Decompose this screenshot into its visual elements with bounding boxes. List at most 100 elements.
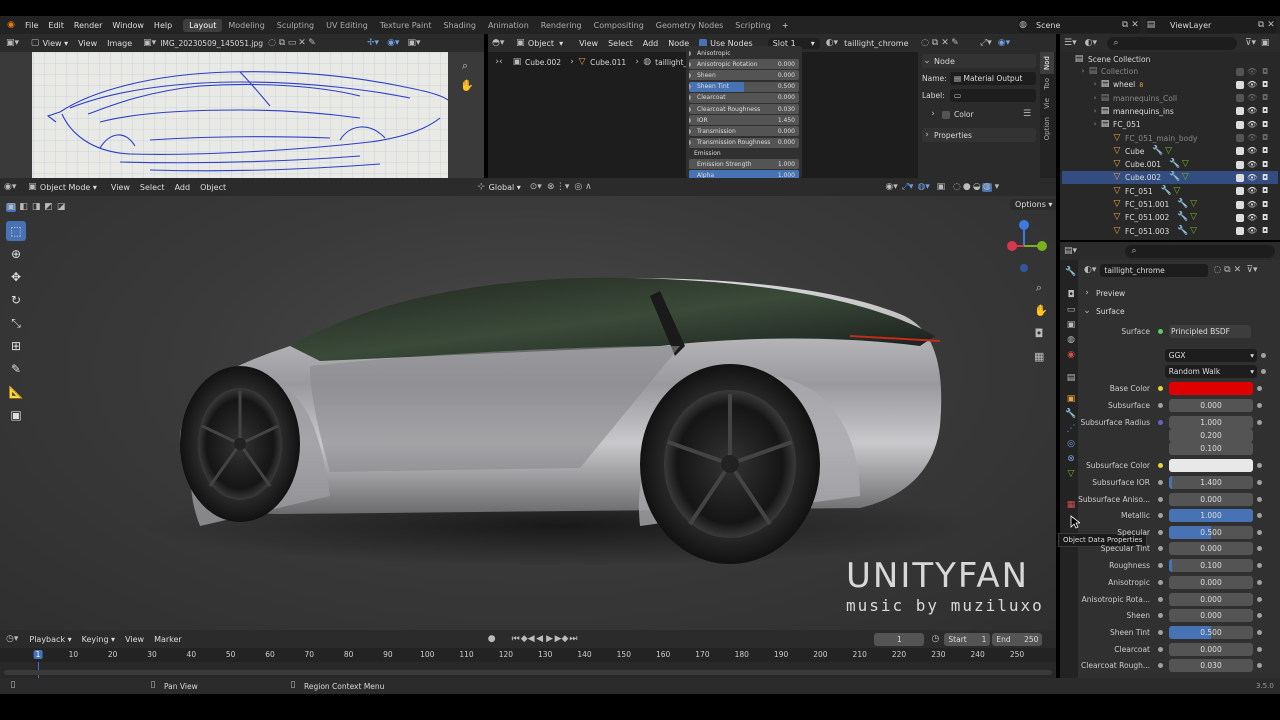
image-filename[interactable]: IMG_20230509_145051.jpg — [160, 39, 263, 48]
scale-tool-icon[interactable]: ⤡ — [6, 313, 26, 333]
timeline-track[interactable]: 1 10 20 30 40 50 60 70 80 90 100 110 120 130 140 150 160… — [0, 648, 1056, 678]
outliner-row[interactable]: › ▤ FC_051 👁 ◘ — [1062, 118, 1278, 131]
editor-type-icon[interactable]: ◓▾ — [492, 38, 504, 48]
keyframe-dot-icon[interactable] — [1257, 497, 1262, 502]
wireframe-shading-icon[interactable]: ◌ — [952, 182, 962, 192]
socket-icon[interactable] — [1158, 497, 1163, 502]
snap-icon[interactable]: ⊗ — [546, 182, 556, 192]
outliner-search-input[interactable]: ⌕ — [1106, 36, 1237, 50]
camera-icon[interactable]: ◘ — [1034, 328, 1044, 339]
node-editor-canvas[interactable]: ›‹ ▣ Cube.002 › ▽ Cube.011 › ◍ taillight… — [488, 46, 1056, 180]
keyframe-dot-icon[interactable] — [1257, 420, 1262, 425]
orientation-dropdown[interactable]: ⊹ Global ▾ — [471, 181, 526, 193]
rotate-tool-icon[interactable]: ↻ — [6, 290, 26, 310]
workspace-tab-rendering[interactable]: Rendering — [535, 19, 588, 32]
workspace-tab-geometry-nodes[interactable]: Geometry Nodes — [650, 19, 729, 32]
socket-icon[interactable] — [1158, 597, 1163, 602]
visibility-icon[interactable]: ◉▾ — [885, 182, 897, 192]
keyframe-dot-icon[interactable] — [1257, 463, 1262, 468]
camera-icon[interactable]: ◘ — [1260, 173, 1270, 182]
perspective-grid-icon[interactable]: ▦ — [1034, 351, 1044, 362]
rendered-shading-icon[interactable]: ◍ — [981, 182, 992, 192]
image-menu[interactable]: Image — [102, 39, 137, 48]
gizmo-toggle-icon[interactable]: ⤢▾ — [902, 182, 914, 192]
checkbox-icon[interactable] — [1236, 160, 1244, 169]
outliner-row[interactable]: › ▤ wheel 8 👁 ◘ — [1062, 78, 1278, 91]
keyframe-dot-icon[interactable] — [1261, 353, 1266, 358]
image-editor-canvas[interactable]: ⌕ ✋ — [0, 52, 484, 178]
close-icon[interactable]: ✕ — [1266, 20, 1276, 30]
disclosure-icon[interactable]: › — [1090, 94, 1100, 102]
select-menu[interactable]: Select — [603, 39, 638, 48]
overlay-icon[interactable]: ◉▾ — [998, 38, 1010, 48]
sample-tool-icon[interactable]: ✢▾ — [367, 38, 379, 48]
zoom-icon[interactable]: ⌕ — [460, 60, 470, 71]
render-tab-icon[interactable]: ◘ — [1064, 291, 1078, 300]
options-dropdown[interactable]: Options ▾ — [1010, 199, 1056, 210]
keyframe-dot-icon[interactable] — [1261, 369, 1266, 374]
expand-icon[interactable]: ›‹ — [494, 58, 504, 67]
mode-dropdown[interactable]: ▣ Object Mode ▾ — [22, 181, 102, 193]
pivot-icon[interactable]: ⊙▾ — [530, 182, 542, 192]
material-name-field[interactable]: taillight_chrome — [844, 39, 916, 48]
cursor-tool-icon[interactable]: ⊕ — [6, 244, 26, 264]
menu-window[interactable]: Window — [107, 21, 149, 30]
select-new-icon[interactable]: ▣ — [6, 203, 16, 212]
record-icon[interactable]: ● — [487, 634, 497, 644]
emission-strength-field[interactable]: Emission Strength 1.000 — [689, 159, 799, 169]
camera-icon[interactable]: ◘ — [1260, 213, 1270, 222]
pin-icon[interactable]: ✎ — [950, 38, 960, 48]
outliner-row[interactable]: ▽ FC_051.002 🔧 ▽ 👁 ◘ — [1062, 211, 1278, 224]
clock-icon[interactable]: ◷ — [930, 634, 940, 644]
zoom-icon[interactable]: ⌕ — [1034, 282, 1044, 293]
checkbox-icon[interactable] — [1236, 120, 1244, 129]
socket-icon[interactable] — [1158, 513, 1163, 518]
outliner-row[interactable]: › ▤ mannequins_Coll 👁 ◘ — [1062, 92, 1278, 105]
view-menu[interactable]: View — [73, 39, 102, 48]
new-collection-icon[interactable]: ▣ — [1260, 38, 1270, 48]
solid-shading-icon[interactable]: ● — [962, 182, 972, 192]
socket-icon[interactable] — [1158, 647, 1163, 652]
workspace-tab-texture-paint[interactable]: Texture Paint — [374, 19, 438, 32]
checkbox-icon[interactable] — [1236, 173, 1244, 182]
close-icon[interactable]: ✕ — [297, 38, 307, 48]
sidebar-tab-3[interactable]: Option — [1040, 113, 1054, 144]
select-menu[interactable]: Select — [135, 183, 170, 192]
measure-tool-icon[interactable]: 📐 — [6, 382, 26, 402]
outliner-row[interactable]: ▽ Cube.001 🔧 ▽ 👁 ◘ — [1062, 158, 1278, 171]
camera-icon[interactable]: ◘ — [1260, 80, 1270, 89]
node-input-row[interactable]: Anisotropic Rotation 0.000 — [689, 59, 799, 70]
base-color-swatch[interactable] — [1169, 382, 1253, 395]
playback-menu[interactable]: Playback ▾ — [24, 635, 76, 644]
camera-icon[interactable]: ◘ — [1260, 147, 1270, 155]
node-input-row[interactable]: Clearcoat 0.000 — [689, 92, 799, 103]
properties-panel[interactable]: › Properties — [922, 128, 1036, 142]
checkbox-icon[interactable] — [1236, 107, 1244, 116]
checkbox-icon[interactable] — [1236, 187, 1244, 196]
workspace-tab-layout[interactable]: Layout — [183, 18, 223, 32]
property-value-field[interactable] — [1169, 459, 1253, 472]
keyframe-dot-icon[interactable] — [1257, 563, 1262, 568]
eye-icon[interactable]: 👁 — [1247, 160, 1257, 169]
keyframe-dot-icon[interactable] — [1257, 580, 1262, 585]
node-input-row[interactable]: IOR 1.450 — [689, 115, 799, 126]
end-frame-field[interactable]: End 250 — [992, 632, 1043, 646]
editor-type-icon[interactable]: ☰▾ — [1064, 38, 1077, 48]
workspace-tab-scripting[interactable]: Scripting — [729, 19, 777, 32]
checkbox-icon[interactable] — [1236, 200, 1244, 209]
socket-icon[interactable] — [1158, 630, 1163, 635]
material-browse-icon[interactable]: ◐▾ — [1084, 266, 1096, 275]
property-value-field[interactable]: 0.100 — [1169, 442, 1253, 455]
snap-options-icon[interactable]: ⋮▾ — [556, 182, 570, 192]
outliner-row[interactable]: ▽ FC_051.001 🔧 ▽ 👁 ◘ — [1062, 198, 1278, 211]
select-intersect-icon[interactable]: ◪ — [56, 203, 66, 212]
workspace-tab-shading[interactable]: Shading — [437, 19, 482, 32]
eye-icon[interactable]: 👁 — [1247, 94, 1257, 102]
add-menu[interactable]: Add — [638, 39, 664, 48]
current-frame-field[interactable]: 1 — [874, 632, 925, 646]
play-icon[interactable]: ▶ — [545, 634, 555, 644]
keying-menu[interactable]: Keying ▾ — [77, 635, 120, 644]
eye-icon[interactable]: 👁 — [1247, 120, 1257, 129]
property-value-field[interactable]: 0.000 — [1169, 493, 1253, 506]
next-keyframe-icon[interactable]: ▶◆ — [555, 634, 569, 644]
